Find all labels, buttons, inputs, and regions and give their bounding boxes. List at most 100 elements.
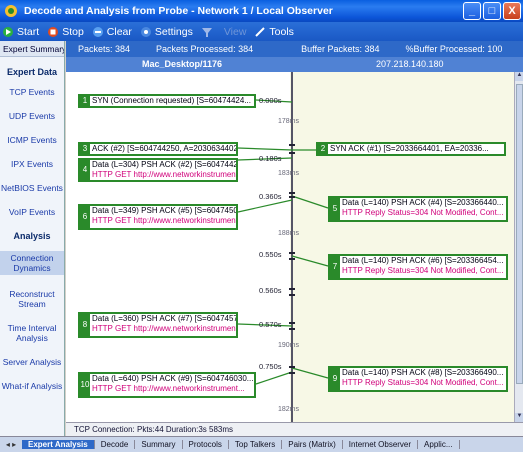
tab-protocols[interactable]: Protocols xyxy=(183,440,229,449)
tab-top-talkers[interactable]: Top Talkers xyxy=(229,440,283,449)
sidebar-item-server-analysis[interactable]: Server Analysis xyxy=(0,357,64,367)
time-delta: 183ms xyxy=(278,170,300,177)
packet-summary: Data (L=140) PSH ACK (#6) [S=203366454..… xyxy=(342,256,504,265)
tools-button[interactable]: Tools xyxy=(254,26,294,38)
packet-http: HTTP GET http://www.networkinstruments..… xyxy=(92,216,238,225)
packet-9[interactable]: 9 Data (L=140) PSH ACK (#8) [S=203366490… xyxy=(328,366,508,392)
time-delta: 178ms xyxy=(278,118,300,125)
tab-internet-observer[interactable]: Internet Observer xyxy=(343,440,419,449)
time-mark: 0.560s xyxy=(259,286,282,295)
packet-summary: SYN (Connection requested) [S=60474424..… xyxy=(92,96,251,105)
start-button[interactable]: Start xyxy=(2,26,39,38)
stop-button[interactable]: Stop xyxy=(47,26,84,38)
packet-number: 5 xyxy=(330,198,340,220)
host-left: Mac_Desktop/1176 xyxy=(142,59,223,69)
tab-pairs-matrix[interactable]: Pairs (Matrix) xyxy=(282,440,343,449)
sidebar-item-ipx-events[interactable]: IPX Events xyxy=(0,159,64,169)
packet-7[interactable]: 7 Data (L=140) PSH ACK (#6) [S=203366454… xyxy=(328,254,508,280)
packet-summary: Data (L=140) PSH ACK (#4) [S=203366440..… xyxy=(342,198,504,207)
packet-http: HTTP Reply Status=304 Not Modified, Cont… xyxy=(342,208,504,217)
packet-10[interactable]: 10 Data (L=640) PSH ACK (#9) [S=60474603… xyxy=(78,372,256,398)
window-title: Decode and Analysis from Probe - Network… xyxy=(24,5,333,17)
settings-label: Settings xyxy=(154,25,193,38)
view-label: View xyxy=(223,25,247,38)
packet-number: 3 xyxy=(80,144,90,154)
packet-number: 10 xyxy=(80,374,90,396)
packet-http: HTTP Reply Status=304 Not Modified, Cont… xyxy=(342,378,504,387)
time-delta: 190ms xyxy=(278,342,300,349)
packet-number: 8 xyxy=(80,314,90,336)
packet-summary: Data (L=640) PSH ACK (#9) [S=604746030..… xyxy=(92,374,254,383)
settings-icon xyxy=(140,26,151,37)
settings-button[interactable]: Settings xyxy=(140,26,193,38)
packet-number: 1 xyxy=(80,96,90,106)
packet-summary: ACK (#2) [S=604744250, A=2030634402... xyxy=(92,144,238,153)
sidebar-item-what-if[interactable]: What-if Analysis xyxy=(0,381,64,391)
packet-summary: Data (L=360) PSH ACK (#7) [S=604745703..… xyxy=(92,314,238,323)
time-mark: 0.750s xyxy=(259,362,282,371)
start-icon xyxy=(3,26,13,37)
packet-number: 4 xyxy=(80,160,90,180)
tab-decode[interactable]: Decode xyxy=(95,440,136,449)
packet-3[interactable]: 3 ACK (#2) [S=604744250, A=2030634402... xyxy=(78,142,238,156)
buffer-processed: %Buffer Processed: 100 xyxy=(405,44,503,54)
time-mark: 0.000s xyxy=(259,96,282,105)
sidebar-item-reconstruct-stream[interactable]: Reconstruct Stream xyxy=(0,289,64,309)
filter-button[interactable] xyxy=(201,26,216,38)
status-bar: TCP Connection: Pkts:44 Duration:3s 583m… xyxy=(66,422,523,436)
packet-8[interactable]: 8 Data (L=360) PSH ACK (#7) [S=604745703… xyxy=(78,312,238,338)
tools-icon xyxy=(255,26,266,37)
start-label: Start xyxy=(17,25,40,38)
packet-6[interactable]: 6 Data (L=349) PSH ACK (#5) [S=604745054… xyxy=(78,204,238,230)
clear-label: Clear xyxy=(106,25,132,38)
sidebar-item-icmp-events[interactable]: ICMP Events xyxy=(0,135,64,145)
sidebar-header[interactable]: Expert Summary xyxy=(0,41,64,57)
bottom-tabs: ◂ ▸ Expert Analysis Decode Summary Proto… xyxy=(0,436,523,452)
vertical-scrollbar[interactable]: ▲ ▼ xyxy=(514,72,523,422)
stop-label: Stop xyxy=(62,25,84,38)
view-button[interactable]: View xyxy=(224,26,247,38)
packet-2[interactable]: 2 SYN ACK (#1) [S=2033664401, EA=20336..… xyxy=(316,142,506,156)
toolbar: Start Stop Clear Settings View Tools xyxy=(0,22,523,41)
connection-ladder[interactable]: 0.000s 178ms 0.180s 183ms 0.360s 188ms 0… xyxy=(66,72,514,422)
title-bar: Decode and Analysis from Probe - Network… xyxy=(0,0,523,22)
packet-number: 7 xyxy=(330,256,340,278)
sidebar-item-voip-events[interactable]: VoIP Events xyxy=(0,207,64,217)
sidebar-item-time-interval[interactable]: Time Interval Analysis xyxy=(0,323,64,343)
time-mark: 0.550s xyxy=(259,250,282,259)
packets-count: Packets: 384 xyxy=(78,44,131,54)
expert-sidebar: Expert Summary Expert Data TCP Events UD… xyxy=(0,41,65,438)
section-expert-data: Expert Data xyxy=(6,67,58,77)
close-button[interactable]: X xyxy=(503,2,521,20)
packet-5[interactable]: 5 Data (L=140) PSH ACK (#4) [S=203366440… xyxy=(328,196,508,222)
clear-button[interactable]: Clear xyxy=(92,26,132,38)
tools-label: Tools xyxy=(269,25,294,38)
tab-summary[interactable]: Summary xyxy=(135,440,183,449)
sidebar-item-netbios-events[interactable]: NetBIOS Events xyxy=(0,183,64,193)
stats-bar: Packets: 384 Packets Processed: 384 Buff… xyxy=(66,41,523,57)
tab-scroll-arrows[interactable]: ◂ ▸ xyxy=(0,440,22,449)
packet-number: 9 xyxy=(330,368,340,390)
time-mark: 0.360s xyxy=(259,192,282,201)
scroll-thumb[interactable] xyxy=(516,84,523,384)
scroll-down-icon[interactable]: ▼ xyxy=(515,413,523,422)
stop-icon xyxy=(48,26,59,37)
packet-summary: Data (L=349) PSH ACK (#5) [S=604745054..… xyxy=(92,206,238,215)
maximize-button[interactable]: □ xyxy=(483,2,501,20)
minimize-button[interactable]: _ xyxy=(463,2,481,20)
time-delta: 182ms xyxy=(278,406,300,413)
section-analysis: Analysis xyxy=(13,231,51,241)
sidebar-item-udp-events[interactable]: UDP Events xyxy=(0,111,64,121)
sidebar-item-tcp-events[interactable]: TCP Events xyxy=(0,87,64,97)
window-controls: _ □ X xyxy=(463,2,521,20)
scroll-up-icon[interactable]: ▲ xyxy=(515,72,523,81)
packet-1[interactable]: 1 SYN (Connection requested) [S=60474424… xyxy=(78,94,256,108)
packet-4[interactable]: 4 Data (L=304) PSH ACK (#2) [S=60474425.… xyxy=(78,158,238,182)
packet-http: HTTP GET http://www.networkinstrument... xyxy=(92,384,245,393)
sidebar-item-connection-dynamics[interactable]: Connection Dynamics xyxy=(0,251,64,275)
packet-summary: SYN ACK (#1) [S=2033664401, EA=20336... xyxy=(330,144,489,153)
tab-applications[interactable]: Applic... xyxy=(418,440,460,449)
filter-icon xyxy=(201,27,212,37)
host-right: 207.218.140.180 xyxy=(376,59,444,69)
tab-expert-analysis[interactable]: Expert Analysis xyxy=(22,440,95,449)
